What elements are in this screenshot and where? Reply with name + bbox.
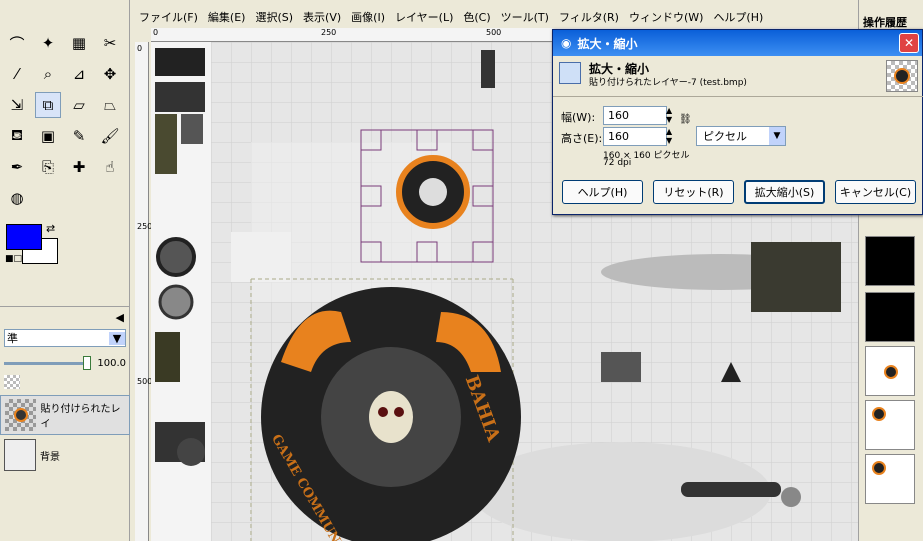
menu-item[interactable]: ツール(T): [501, 9, 549, 25]
vertical-ruler: 0 250 500: [135, 42, 152, 541]
blend-icon[interactable]: ▣: [35, 123, 61, 149]
align-icon[interactable]: ⇲: [4, 92, 30, 118]
opacity-value[interactable]: 100.0: [97, 358, 126, 369]
dpi-info: 72 dpi: [603, 158, 632, 168]
cancel-button[interactable]: キャンセル(C): [835, 180, 916, 204]
height-input[interactable]: 160: [603, 127, 667, 146]
chevron-down-icon: ▼: [769, 127, 785, 145]
layer-preview: [886, 60, 918, 92]
unit-select[interactable]: ピクセル ▼: [696, 126, 786, 146]
measure-icon[interactable]: ⊿: [66, 61, 92, 87]
menu-item[interactable]: ヘルプ(H): [713, 9, 763, 25]
height-spin-arrows[interactable]: ▲ ▼: [666, 127, 672, 145]
pencil-icon[interactable]: ✎: [66, 123, 92, 149]
menu-item[interactable]: レイヤー(L): [395, 9, 453, 25]
airbrush-icon[interactable]: ◍: [4, 185, 30, 211]
menu-item[interactable]: フィルタ(R): [559, 9, 619, 25]
mode-select[interactable]: 準: [5, 330, 109, 346]
foreground-color-swatch[interactable]: [6, 224, 42, 250]
zoom-icon[interactable]: ⌕: [35, 61, 61, 87]
fuzzy-select-icon[interactable]: ✦: [35, 30, 61, 56]
width-label: 幅(W):: [561, 111, 596, 124]
gimp-icon: ◉: [561, 36, 572, 50]
move-icon[interactable]: ✥: [97, 61, 123, 87]
chain-link-icon[interactable]: ⛓: [679, 114, 692, 125]
reset-colors-icon[interactable]: ■□: [5, 254, 22, 264]
scale-tool-icon: [559, 62, 581, 84]
bucket-fill-icon[interactable]: ⛾: [4, 123, 30, 149]
unit-select-value: ピクセル: [703, 130, 747, 143]
panel-menu-icon[interactable]: ◀: [0, 307, 130, 329]
history-thumbnail[interactable]: [865, 400, 915, 450]
layer-name: 背景: [40, 451, 60, 463]
menu-item[interactable]: 編集(E): [208, 9, 246, 25]
layers-panel: ◀ 準 ▼ 100.0 貼り付けられたレイ 背景: [0, 306, 130, 541]
history-thumbnail[interactable]: [865, 236, 915, 286]
dialog-titlebar: ◉ 拡大・縮小 ✕: [553, 30, 922, 56]
lock-alpha-icon[interactable]: [4, 375, 20, 389]
help-button[interactable]: ヘルプ(H): [562, 180, 643, 204]
emblem-small: [396, 155, 470, 229]
shear-icon[interactable]: ▱: [66, 92, 92, 118]
perspective-icon[interactable]: ⏢: [97, 92, 123, 118]
clone-icon[interactable]: ⎘: [35, 154, 61, 180]
chevron-down-icon[interactable]: ▼: [109, 331, 125, 345]
menu-item[interactable]: 色(C): [463, 9, 490, 25]
lasso-icon[interactable]: ⌒: [4, 30, 30, 56]
menu-item[interactable]: 表示(V): [303, 9, 341, 25]
dialog-title: 拡大・縮小: [577, 36, 638, 51]
width-spin-arrows[interactable]: ▲ ▼: [666, 106, 672, 124]
opacity-slider[interactable]: [4, 355, 92, 370]
scissors-icon[interactable]: ✂: [97, 30, 123, 56]
menu-item[interactable]: 選択(S): [255, 9, 293, 25]
history-thumbnail[interactable]: [865, 292, 915, 342]
menubar: ファイル(F) 編集(E) 選択(S) 表示(V) 画像(I) レイヤー(L) 色(C) ツー…: [131, 8, 858, 26]
menu-item[interactable]: ファイル(F): [139, 9, 198, 25]
ink-icon[interactable]: ✒: [4, 154, 30, 180]
reset-button[interactable]: リセット(R): [653, 180, 734, 204]
scale-icon[interactable]: ⧉: [35, 92, 61, 118]
swap-colors-icon[interactable]: ⇄: [46, 222, 55, 235]
color-select-icon[interactable]: ▦: [66, 30, 92, 56]
paintbrush-icon[interactable]: 🖌: [97, 123, 123, 149]
smudge-icon[interactable]: ☝: [97, 154, 123, 180]
width-input[interactable]: 160: [603, 106, 667, 125]
menu-item[interactable]: ウィンドウ(W): [629, 9, 703, 25]
close-icon[interactable]: ✕: [899, 33, 919, 53]
heal-icon[interactable]: ✚: [66, 154, 92, 180]
layer-thumbnail: [4, 439, 36, 471]
color-picker-icon[interactable]: ⁄: [4, 61, 30, 87]
layer-row[interactable]: 背景: [0, 435, 130, 475]
history-thumbnail[interactable]: [865, 454, 915, 504]
height-label: 高さ(E):: [561, 132, 603, 145]
history-panel-title: 操作履歴: [863, 16, 907, 29]
toolbox: ⌒ ✦ ▦ ✂ ⁄ ⌕ ⊿ ✥ ⇲ ⧉ ▱ ⏢ ⛾ ▣ ✎ 🖌 ✒ ⎘ ✚ ☝ ◍ ⇄ ■□ ◀ 準 ▼ 100.0 貼…: [0, 0, 130, 541]
layer-name: 貼り付けられたレイ: [40, 404, 121, 430]
history-thumbnail[interactable]: [865, 346, 915, 396]
dialog-subtitle: 貼り付けられたレイヤー-7 (test.bmp): [589, 78, 747, 88]
scale-dialog: ◉ 拡大・縮小 ✕ 拡大・縮小 貼り付けられたレイヤー-7 (test.bmp)…: [552, 29, 923, 215]
menu-item[interactable]: 画像(I): [351, 9, 385, 25]
layer-row[interactable]: 貼り付けられたレイ: [0, 395, 130, 435]
layer-thumbnail: [5, 399, 37, 431]
scale-button[interactable]: 拡大縮小(S): [744, 180, 825, 204]
